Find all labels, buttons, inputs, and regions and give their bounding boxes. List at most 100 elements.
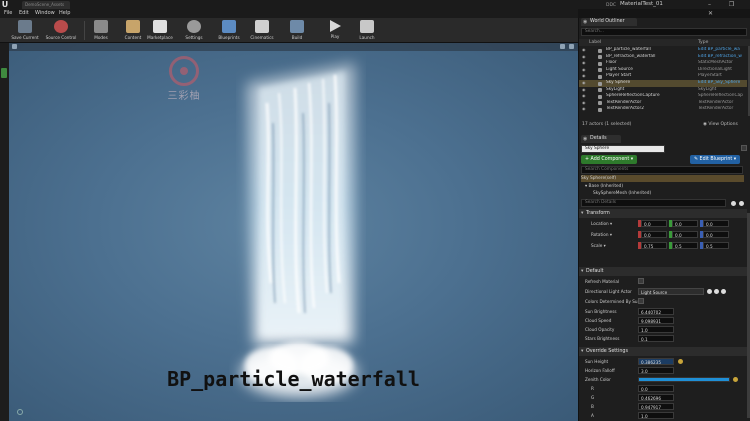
document-tab[interactable]: DemoScene_Assets [22,1,70,9]
zenith-r-field[interactable]: 0.0 [638,385,674,392]
settings-button[interactable]: Settings [181,19,207,42]
browse-search-icon[interactable] [714,289,719,294]
clapperboard-icon [255,20,269,33]
zenith-color-swatch[interactable] [638,377,730,382]
transform-y-field[interactable]: 0.0 [672,220,698,227]
zenith-reset-icon[interactable] [733,377,738,382]
component-base[interactable]: ▾ Base (Inherited) [581,183,744,190]
arrow-left-icon[interactable] [707,289,712,294]
search-components-input[interactable]: Search Components [581,166,743,174]
component-self[interactable]: Sky Sphere(self) [581,175,744,182]
eye-icon[interactable]: ◉ [582,100,586,107]
save-current-button[interactable]: Save Current [11,19,39,42]
cloud-opacity-field[interactable]: 1.0 [638,326,674,333]
transform-y-field[interactable]: 0.5 [672,242,698,249]
outliner-row[interactable]: ◉ Sky Sphere Edit BP_Sky_Sphere [579,80,747,87]
outliner-row[interactable]: ◉ TextRenderActor2 TextRenderActor [579,106,747,113]
transform-x-field[interactable]: 0.75 [641,242,667,249]
outliner-row[interactable]: ◉ BP_refraction_waterfall Edit BP_refracti… [579,54,747,61]
level-viewport[interactable]: 三彩柚 BP_particle_waterfall [9,43,578,421]
content-button[interactable]: Content [121,19,145,42]
default-section[interactable]: Default [579,267,747,276]
eye-icon[interactable]: ◉ [582,60,586,67]
cinematics-button[interactable]: Cinematics [248,19,276,42]
reset-default-icon[interactable] [678,359,683,364]
transform-x-field[interactable]: 0.0 [641,220,667,227]
sun-height-field[interactable]: 0.386235 [638,358,674,365]
actor-type[interactable]: Edit BP_particle_wa [698,47,740,54]
property-matrix-icon[interactable] [731,201,736,206]
transform-z-field[interactable]: 0.0 [703,231,729,238]
eye-icon[interactable]: ◉ [582,47,586,54]
marketplace-button[interactable]: Marketplace [145,19,175,42]
transform-row-label[interactable]: Rotation ▾ [591,231,612,238]
zenith-g-field[interactable]: 0.462696 [638,394,674,401]
edit-blueprint-button[interactable]: ✎ Edit Blueprint ▾ [690,155,741,164]
build-button[interactable]: Build [285,19,309,42]
visibility-eye-icon[interactable] [739,201,744,206]
actor-type[interactable]: Edit BP_Sky_Sphere [698,80,740,87]
actor-name-field[interactable]: Sky Sphere [581,145,665,153]
viewport-maximize-icon[interactable] [560,44,565,49]
transform-z-field[interactable]: 0.5 [703,242,729,249]
transform-row-label[interactable]: Scale ▾ [591,242,606,249]
eye-icon[interactable]: ◉ [582,54,586,61]
viewport-camera-speed-icon[interactable] [569,44,574,49]
eye-icon[interactable]: ◉ [582,87,586,94]
picker-icon[interactable] [721,289,726,294]
outliner-row[interactable]: ◉ Floor StaticMeshActor [579,60,747,67]
menu-edit[interactable]: Edit [19,9,29,18]
outliner-search-input[interactable]: Search... [581,28,747,36]
directional-light-combo[interactable]: Light Source [638,288,704,295]
outliner-row[interactable]: ◉ BP_particle_waterfall Edit BP_particle_w… [579,47,747,54]
menu-window[interactable]: Window [35,9,55,18]
play-button[interactable]: Play [323,19,347,42]
world-outliner-tab[interactable]: World Outliner [581,18,637,26]
transform-z-field[interactable]: 0.0 [703,220,729,227]
cloud-speed-field[interactable]: 9.098931 [638,317,674,324]
blueprints-button[interactable]: Blueprints [216,19,242,42]
transform-row-label[interactable]: Location ▾ [591,220,612,227]
lock-checkbox[interactable] [741,145,747,151]
window-controls[interactable]: – ❐ ✕ [708,0,750,17]
menu-file[interactable]: File [4,9,12,18]
column-type[interactable]: Type [698,39,708,46]
outliner-row[interactable]: ◉ Light Source DirectionalLight [579,67,747,74]
eye-icon[interactable]: ◉ [582,67,586,74]
modes-handle-icon[interactable] [1,68,7,78]
horizon-falloff-field[interactable]: 3.0 [638,367,674,374]
view-options-button[interactable]: ◉ View Options [703,122,738,127]
transform-y-field[interactable]: 0.0 [672,231,698,238]
transform-x-field[interactable]: 0.0 [641,231,667,238]
eye-icon[interactable]: ◉ [582,80,586,87]
zenith-b-field[interactable]: 0.947917 [638,403,674,410]
launch-button[interactable]: Launch [354,19,380,42]
sun-brightness-field[interactable]: 6.440702 [638,308,674,315]
actor-type: PlayerStart [698,73,722,79]
viewport-options-icon[interactable] [12,44,17,49]
source-control-button[interactable]: Source Control [44,19,78,42]
colors-determined-checkbox[interactable] [638,298,644,304]
component-skysphere-mesh[interactable]: SkySphereMesh (Inherited) [581,190,744,197]
outliner-row[interactable]: ◉ SkyLight SkyLight [579,87,747,94]
eye-icon[interactable]: ◉ [582,93,586,100]
outliner-row[interactable]: ◉ Player Start PlayerStart [579,73,747,80]
outliner-row[interactable]: ◉ SphereReflectionCapture SphereReflection… [579,93,747,100]
column-label[interactable]: Label [589,39,601,46]
actor-type[interactable]: Edit BP_refraction_w [698,54,742,61]
eye-icon[interactable]: ◉ [582,73,586,80]
transform-section[interactable]: Transform [579,209,747,218]
stars-brightness-field[interactable]: 0.1 [638,335,674,342]
details-tab[interactable]: Details [581,135,621,143]
refresh-material-checkbox[interactable] [638,278,644,284]
menu-help[interactable]: Help [59,9,70,18]
zenith-a-field[interactable]: 1.0 [638,412,674,419]
outliner-row[interactable]: ◉ TextRenderActor TextRenderActor [579,100,747,107]
override-settings-section[interactable]: Override Settings [579,347,747,356]
modes-panel-strip[interactable] [0,43,9,421]
actor-label: BP_particle_waterfall [606,47,651,52]
eye-icon[interactable]: ◉ [582,106,586,113]
search-details-input[interactable]: Search Details [581,199,726,207]
add-component-button[interactable]: + Add Component ▾ [581,155,638,164]
modes-button[interactable]: Modes [89,19,113,42]
